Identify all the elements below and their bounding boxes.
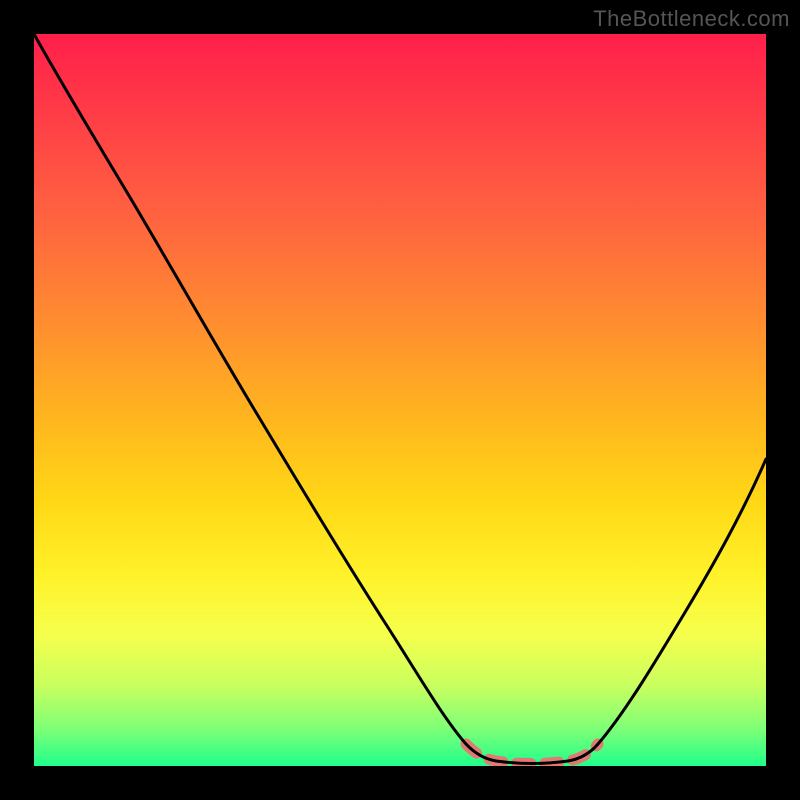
curve-path [34, 34, 766, 764]
highlight-segment [466, 744, 598, 764]
bottleneck-curve [34, 34, 766, 766]
plot-area [34, 34, 766, 766]
watermark-text: TheBottleneck.com [593, 6, 790, 32]
chart-frame: TheBottleneck.com [0, 0, 800, 800]
